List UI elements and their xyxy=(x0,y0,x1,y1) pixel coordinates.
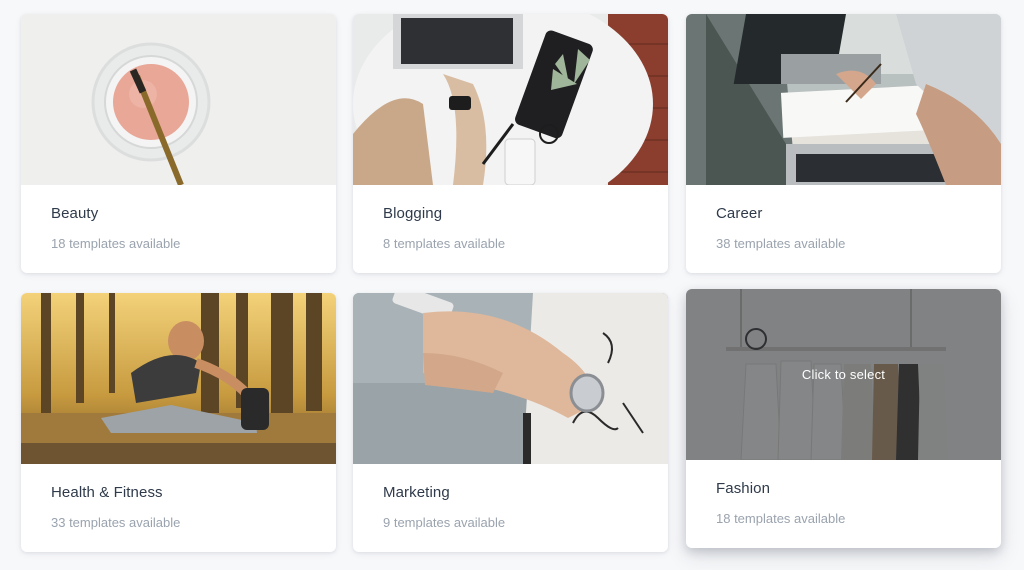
category-title: Health & Fitness xyxy=(51,484,163,501)
category-title: Marketing xyxy=(383,484,450,501)
template-count: 38 templates available xyxy=(716,236,846,251)
template-category-grid: Beauty 18 templates available Blogging 8… xyxy=(0,0,1024,570)
category-card-health-fitness[interactable]: Health & Fitness 33 templates available xyxy=(21,293,336,552)
category-title: Blogging xyxy=(383,205,443,222)
template-count: 8 templates available xyxy=(383,236,506,251)
category-card-blogging[interactable]: Blogging 8 templates available xyxy=(353,14,668,273)
select-overlay[interactable]: Click to select xyxy=(686,289,1001,460)
category-title: Career xyxy=(716,205,763,222)
category-card-beauty[interactable]: Beauty 18 templates available xyxy=(21,14,336,273)
template-count: 9 templates available xyxy=(383,515,506,530)
template-count: 33 templates available xyxy=(51,515,181,530)
click-to-select-label: Click to select xyxy=(801,367,886,382)
health-fitness-category-image xyxy=(21,293,336,464)
marketing-category-image xyxy=(353,293,668,464)
fashion-category-image: Click to select xyxy=(686,289,1001,460)
category-title: Beauty xyxy=(51,205,99,222)
template-count: 18 templates available xyxy=(716,511,846,526)
category-title: Fashion xyxy=(716,480,771,497)
career-category-image xyxy=(686,14,1001,185)
blogging-category-image xyxy=(353,14,668,185)
category-card-marketing[interactable]: Marketing 9 templates available xyxy=(353,293,668,552)
template-count: 18 templates available xyxy=(51,236,181,251)
category-card-fashion[interactable]: Click to select Fashion 18 templates ava… xyxy=(686,289,1001,548)
category-card-career[interactable]: Career 38 templates available xyxy=(686,14,1001,273)
beauty-category-image xyxy=(21,14,336,185)
